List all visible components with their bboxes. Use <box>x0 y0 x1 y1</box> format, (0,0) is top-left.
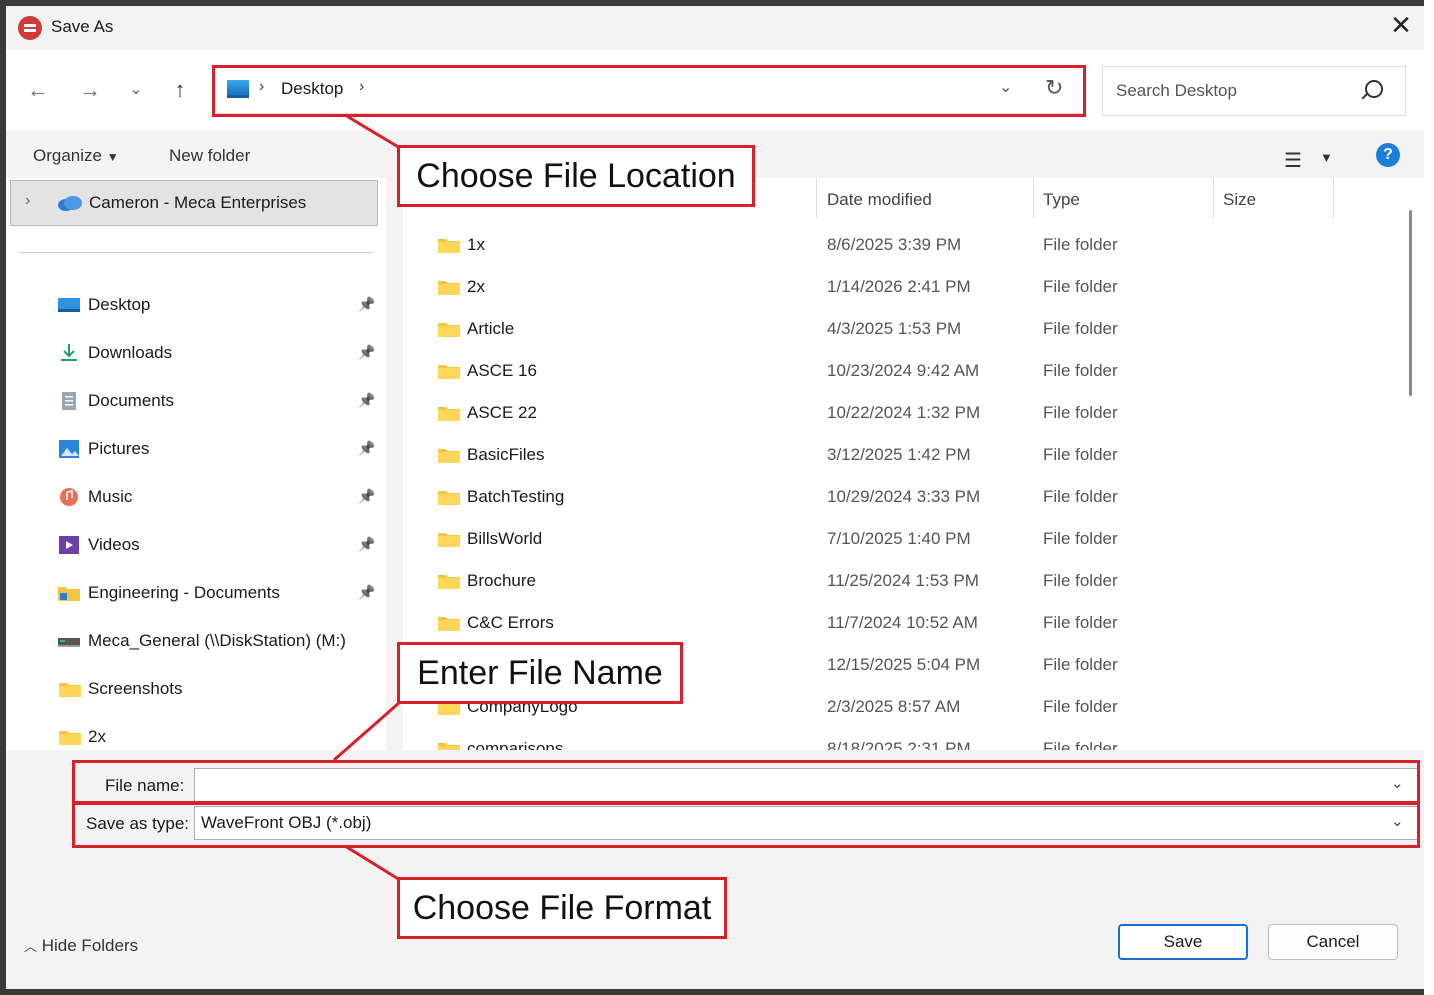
name-leader-line <box>333 700 401 762</box>
enter-file-name-callout: Enter File Name <box>397 642 683 704</box>
address-highlight-box <box>212 65 1086 117</box>
choose-file-format-callout: Choose File Format <box>397 877 727 939</box>
location-leader-line <box>344 113 401 150</box>
file-format-highlight-box <box>72 802 1420 848</box>
file-name-highlight-box <box>72 760 1420 804</box>
choose-file-location-callout: Choose File Location <box>397 145 755 207</box>
format-leader-line <box>344 844 401 882</box>
